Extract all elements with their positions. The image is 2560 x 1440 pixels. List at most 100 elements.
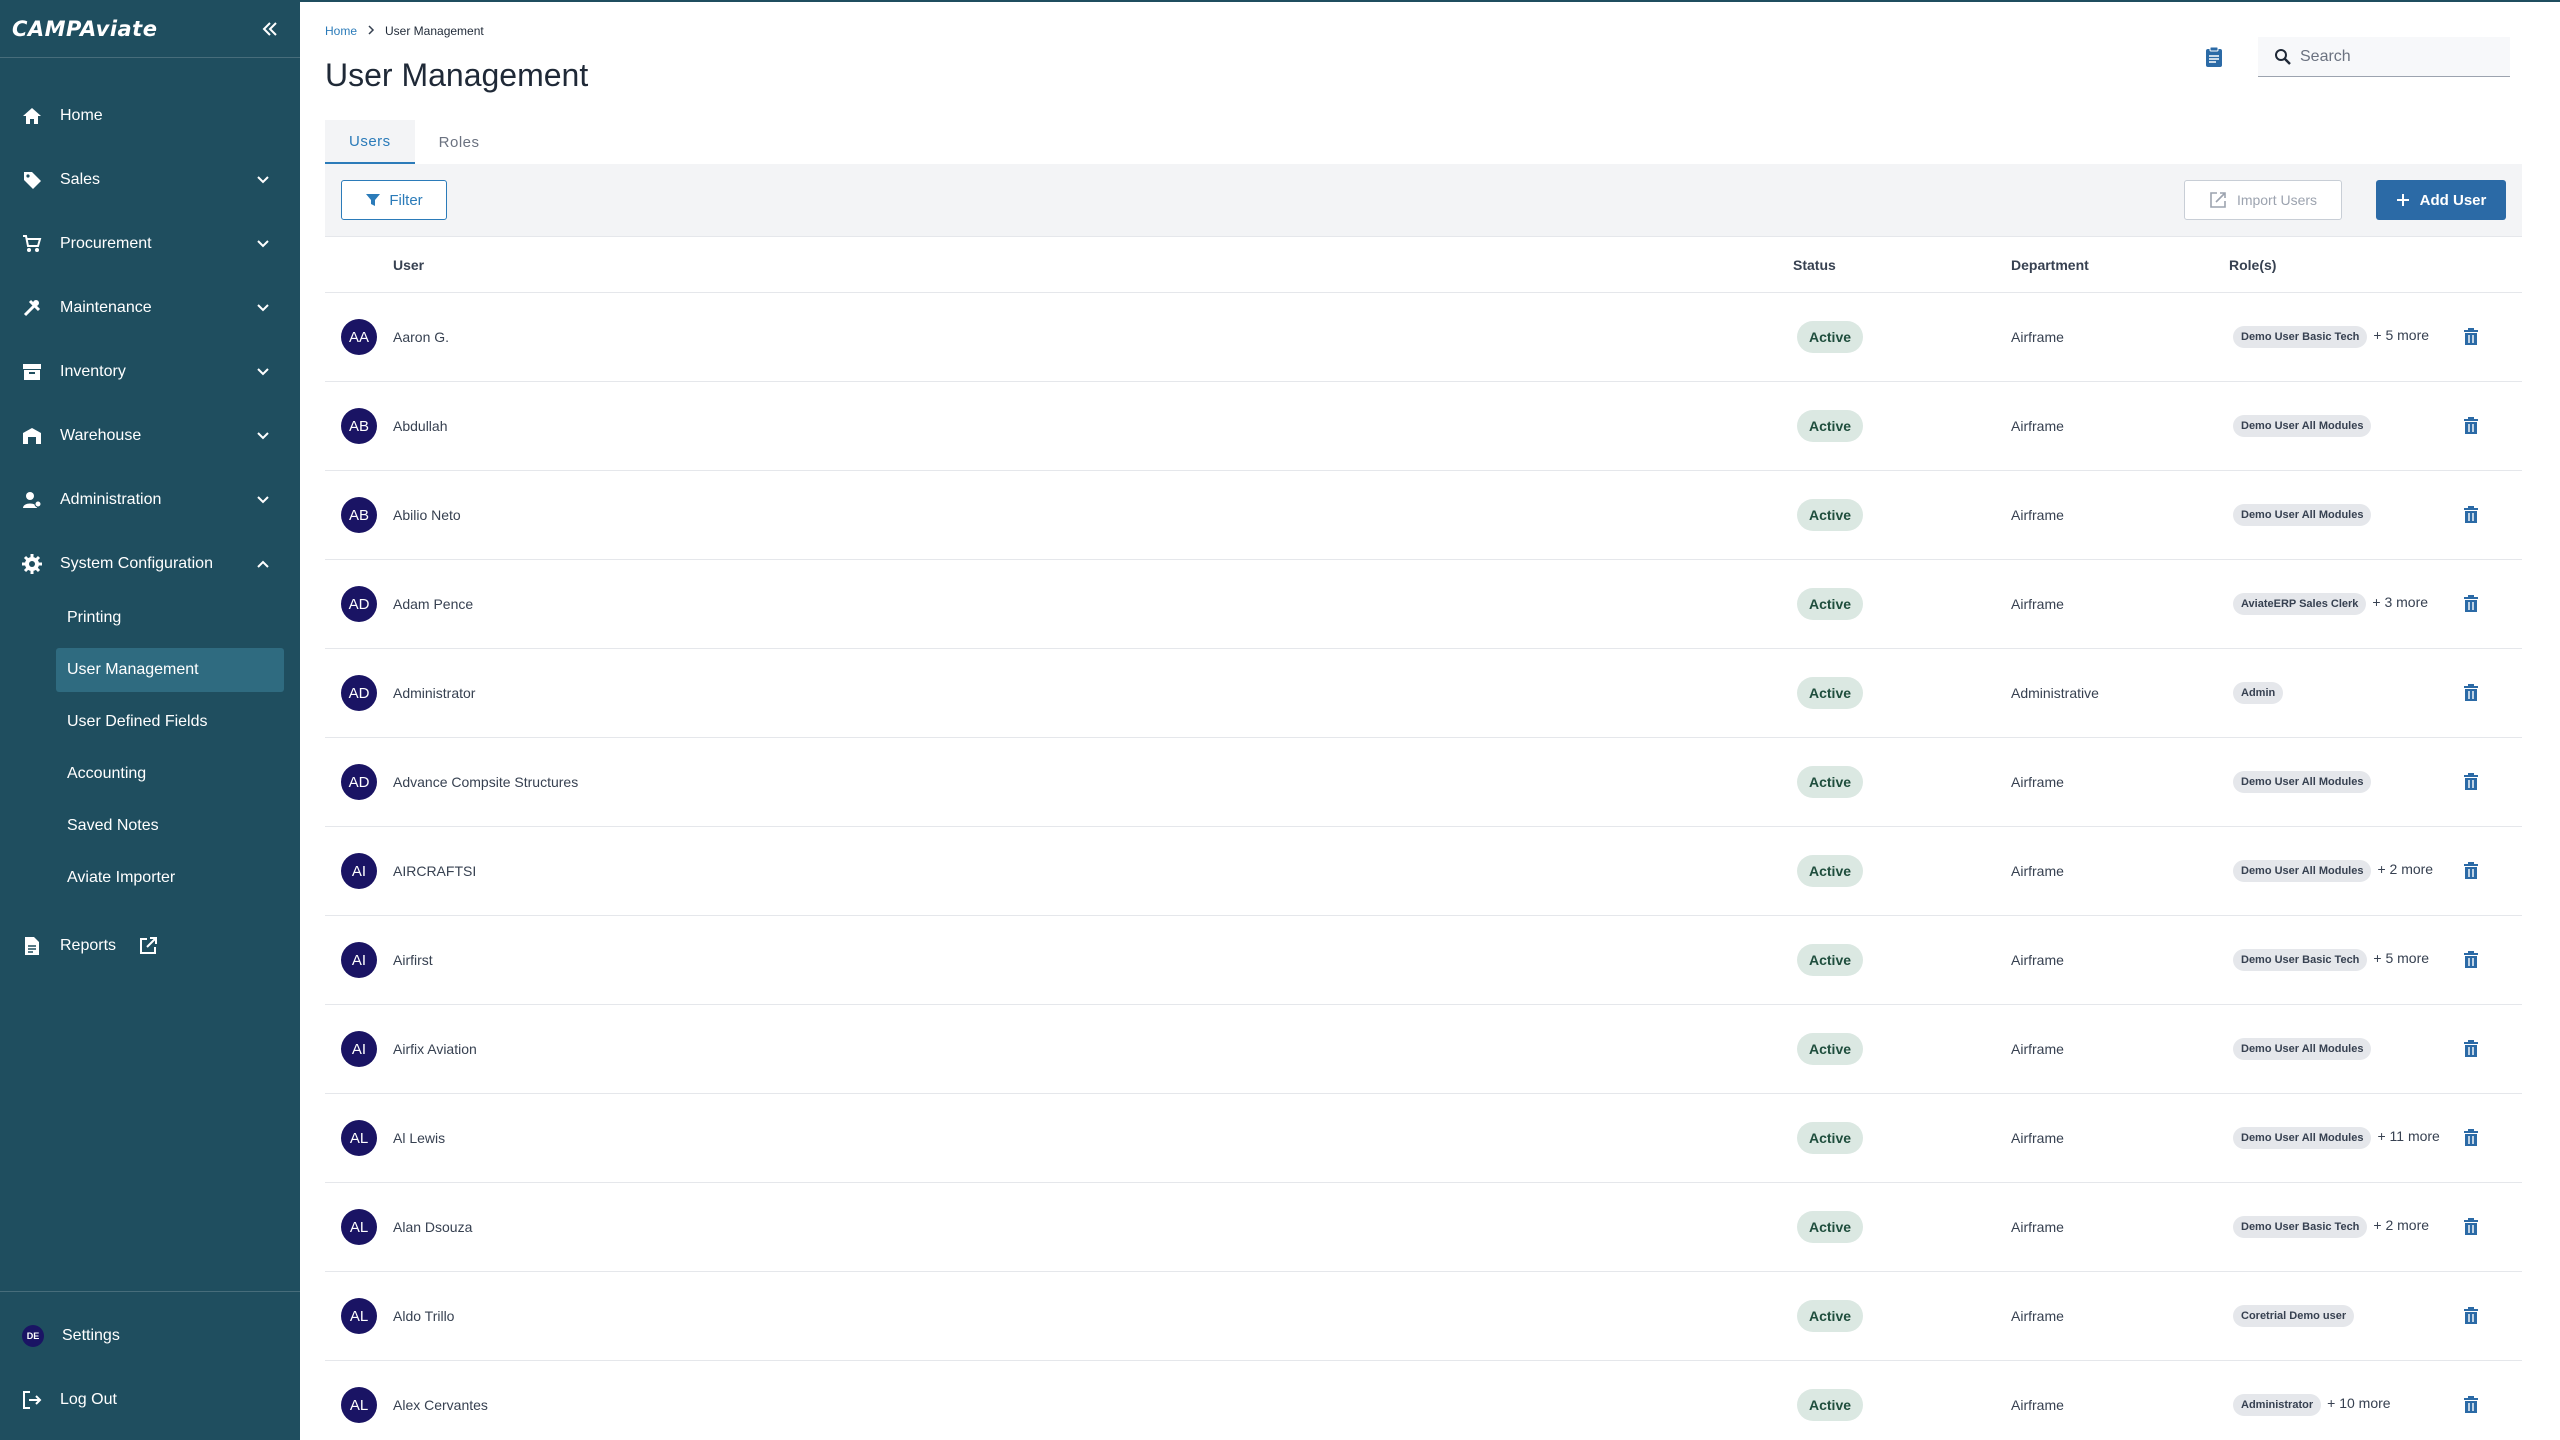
department: Airframe	[2011, 737, 2229, 827]
department: Airframe	[2011, 1271, 2229, 1361]
user-name[interactable]: Airfix Aviation	[393, 1004, 1793, 1094]
top-tools	[2196, 37, 2510, 77]
sidebar-subitem-aviate-importer[interactable]: Aviate Importer	[56, 856, 284, 900]
user-name[interactable]: Al Lewis	[393, 1093, 1793, 1183]
status-badge: Active	[1797, 944, 1864, 976]
more-roles[interactable]: + 5 more	[2373, 327, 2429, 343]
sidebar-subitem-accounting[interactable]: Accounting	[56, 752, 284, 796]
sidebar-header: CAMPAviate	[0, 0, 300, 58]
sidebar-item-reports[interactable]: Reports	[0, 914, 300, 978]
department: Airframe	[2011, 1360, 2229, 1440]
more-roles[interactable]: + 3 more	[2372, 594, 2428, 610]
sidebar-item-procurement[interactable]: Procurement	[0, 212, 300, 276]
user-name[interactable]: Abdullah	[393, 381, 1793, 471]
trash-icon	[2464, 417, 2478, 434]
trash-icon	[2464, 1040, 2478, 1057]
user-name[interactable]: Aaron G.	[393, 292, 1793, 382]
filter-button[interactable]: Filter	[341, 180, 447, 220]
tab-users[interactable]: Users	[325, 120, 415, 164]
table-row[interactable]: AB Abdullah Active Airframe Demo User Al…	[325, 381, 2522, 471]
delete-button[interactable]	[2464, 862, 2522, 880]
avatar: AB	[341, 497, 377, 533]
table-row[interactable]: AL Alex Cervantes Active Airframe Admini…	[325, 1360, 2522, 1440]
table-row[interactable]: AD Administrator Active Administrative A…	[325, 648, 2522, 738]
header-user[interactable]: User	[393, 236, 1793, 293]
sidebar-item-administration[interactable]: Administration	[0, 468, 300, 532]
delete-button[interactable]	[2464, 417, 2522, 435]
breadcrumb-current: User Management	[385, 24, 484, 38]
table-row[interactable]: AI Airfix Aviation Active Airframe Demo …	[325, 1004, 2522, 1094]
avatar: AI	[341, 853, 377, 889]
delete-button[interactable]	[2464, 1218, 2522, 1236]
table-row[interactable]: AD Advance Compsite Structures Active Ai…	[325, 737, 2522, 827]
table-row[interactable]: AL Aldo Trillo Active Airframe Coretrial…	[325, 1271, 2522, 1361]
avatar: DE	[22, 1325, 44, 1347]
delete-button[interactable]	[2464, 1307, 2522, 1325]
header-department[interactable]: Department	[2011, 236, 2229, 293]
clipboard-button[interactable]	[2196, 39, 2232, 75]
more-roles[interactable]: + 10 more	[2327, 1395, 2390, 1411]
status-badge: Active	[1797, 766, 1864, 798]
user-name[interactable]: Airfirst	[393, 915, 1793, 1005]
sidebar-subitem-user-management[interactable]: User Management	[56, 648, 284, 692]
table-row[interactable]: AI Airfirst Active Airframe Demo User Ba…	[325, 915, 2522, 1005]
delete-button[interactable]	[2464, 506, 2522, 524]
chevron-down-icon	[256, 365, 270, 379]
delete-button[interactable]	[2464, 951, 2522, 969]
breadcrumb-home-link[interactable]: Home	[325, 24, 357, 38]
more-roles[interactable]: + 2 more	[2377, 861, 2433, 877]
user-name[interactable]: Alex Cervantes	[393, 1360, 1793, 1440]
header-status[interactable]: Status	[1793, 236, 2011, 293]
department: Airframe	[2011, 1182, 2229, 1272]
tab-roles[interactable]: Roles	[414, 120, 504, 164]
department: Administrative	[2011, 648, 2229, 738]
user-name[interactable]: Abilio Neto	[393, 470, 1793, 560]
sidebar-item-sales[interactable]: Sales	[0, 148, 300, 212]
sidebar-item-system-configuration[interactable]: System Configuration	[0, 532, 300, 596]
sidebar-subitem-saved-notes[interactable]: Saved Notes	[56, 804, 284, 848]
sidebar-item-home[interactable]: Home	[0, 84, 300, 148]
delete-button[interactable]	[2464, 773, 2522, 791]
trash-icon	[2464, 684, 2478, 701]
more-roles[interactable]: + 5 more	[2373, 950, 2429, 966]
table-row[interactable]: AA Aaron G. Active Airframe Demo User Ba…	[325, 292, 2522, 382]
table-row[interactable]: AL Al Lewis Active Airframe Demo User Al…	[325, 1093, 2522, 1183]
sidebar-subitem-printing[interactable]: Printing	[56, 596, 284, 640]
sidebar-subitem-user-defined-fields[interactable]: User Defined Fields	[56, 700, 284, 744]
import-icon	[2209, 191, 2227, 209]
delete-button[interactable]	[2464, 1129, 2522, 1147]
add-user-button[interactable]: Add User	[2376, 180, 2506, 220]
status-badge: Active	[1797, 1211, 1864, 1243]
sidebar-footer: DE Settings Log Out	[0, 1291, 300, 1440]
user-name[interactable]: Administrator	[393, 648, 1793, 738]
department: Airframe	[2011, 559, 2229, 649]
header-roles[interactable]: Role(s)	[2229, 236, 2464, 293]
table-row[interactable]: AB Abilio Neto Active Airframe Demo User…	[325, 470, 2522, 560]
user-name[interactable]: Adam Pence	[393, 559, 1793, 649]
user-name[interactable]: AIRCRAFTSI	[393, 826, 1793, 916]
delete-button[interactable]	[2464, 1396, 2522, 1414]
delete-button[interactable]	[2464, 1040, 2522, 1058]
more-roles[interactable]: + 2 more	[2373, 1217, 2429, 1233]
table-row[interactable]: AL Alan Dsouza Active Airframe Demo User…	[325, 1182, 2522, 1272]
user-name[interactable]: Aldo Trillo	[393, 1271, 1793, 1361]
import-users-button[interactable]: Import Users	[2184, 180, 2342, 220]
search-input[interactable]	[2300, 47, 2500, 66]
sidebar-item-warehouse[interactable]: Warehouse	[0, 404, 300, 468]
table-row[interactable]: AD Adam Pence Active Airframe AviateERP …	[325, 559, 2522, 649]
user-name[interactable]: Alan Dsouza	[393, 1182, 1793, 1272]
role-chip: Demo User All Modules	[2233, 771, 2372, 793]
collapse-sidebar-button[interactable]	[256, 15, 284, 43]
department: Airframe	[2011, 1093, 2229, 1183]
delete-button[interactable]	[2464, 328, 2522, 346]
more-roles[interactable]: + 11 more	[2377, 1128, 2439, 1144]
users-panel: Filter Import Users Add User User Status…	[325, 164, 2522, 1440]
sidebar-item-logout[interactable]: Log Out	[0, 1368, 300, 1432]
sidebar-item-settings[interactable]: DE Settings	[0, 1304, 300, 1368]
delete-button[interactable]	[2464, 595, 2522, 613]
sidebar-item-inventory[interactable]: Inventory	[0, 340, 300, 404]
sidebar-item-maintenance[interactable]: Maintenance	[0, 276, 300, 340]
delete-button[interactable]	[2464, 684, 2522, 702]
user-name[interactable]: Advance Compsite Structures	[393, 737, 1793, 827]
table-row[interactable]: AI AIRCRAFTSI Active Airframe Demo User …	[325, 826, 2522, 916]
